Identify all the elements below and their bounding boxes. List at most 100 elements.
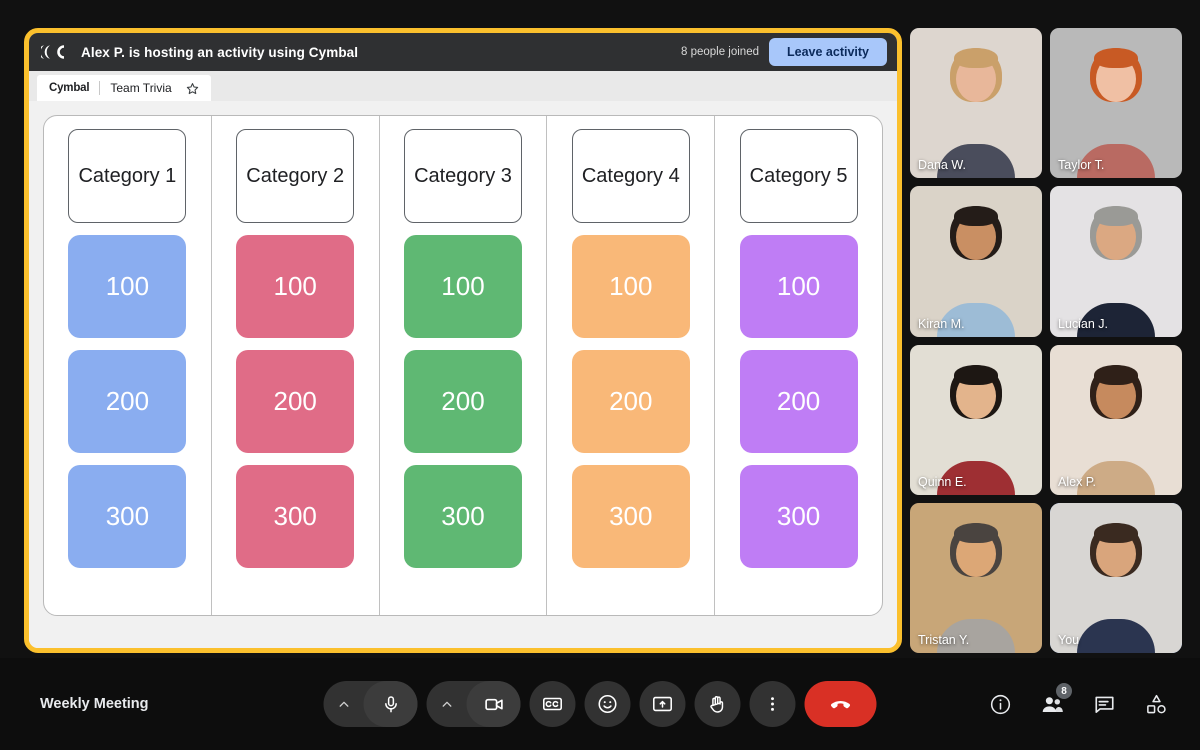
board-column-2: Category 2 100 200 300 — [212, 116, 380, 615]
category-card-4[interactable]: Category 4 — [571, 129, 690, 223]
activity-tab-strip: Cymbal Team Trivia — [29, 71, 897, 101]
shared-activity-stage: Alex P. is hosting an activity using Cym… — [24, 28, 902, 653]
participant-name: Taylor T. — [1058, 158, 1105, 173]
avatar-fringe — [954, 48, 998, 68]
camera-options-caret-icon[interactable] — [427, 681, 467, 727]
bottom-toolbar: Weekly Meeting 8 — [0, 658, 1200, 750]
participant-name: Kiran M. — [918, 316, 965, 331]
board-column-1: Category 1 100 200 300 — [44, 116, 212, 615]
category-card-1[interactable]: Category 1 — [68, 129, 187, 223]
category-card-3[interactable]: Category 3 — [403, 129, 522, 223]
avatar-body — [1077, 619, 1155, 653]
points-tile-3-300[interactable]: 300 — [403, 465, 522, 568]
points-tile-1-300[interactable]: 300 — [68, 465, 187, 568]
points-tile-5-300[interactable]: 300 — [739, 465, 858, 568]
trivia-board-container: Category 1 100 200 300 Category 2 100 20… — [29, 101, 897, 648]
participant-video — [910, 502, 1042, 653]
participant-video — [910, 344, 1042, 495]
hang-up-phone-icon — [828, 691, 854, 717]
participant-name: Tristan Y. — [918, 633, 970, 647]
category-card-2[interactable]: Category 2 — [236, 129, 355, 223]
points-tile-3-100[interactable]: 100 — [403, 235, 522, 338]
participant-video — [1050, 186, 1182, 337]
meet-window: Alex P. is hosting an activity using Cym… — [0, 0, 1200, 750]
avatar-fringe — [1094, 522, 1138, 543]
three-dots-vertical-icon — [763, 694, 783, 714]
participant-tile[interactable]: Taylor T. — [1050, 28, 1182, 179]
points-tile-4-100[interactable]: 100 — [571, 235, 690, 338]
participant-video — [910, 28, 1042, 179]
microphone-options-caret-icon[interactable] — [324, 681, 364, 727]
trivia-board: Category 1 100 200 300 Category 2 100 20… — [43, 115, 883, 616]
emoji-smiley-icon — [597, 693, 619, 715]
meeting-name-label: Weekly Meeting — [40, 696, 149, 712]
activity-header-bar: Alex P. is hosting an activity using Cym… — [29, 33, 897, 71]
participant-name: Lucian J. — [1058, 316, 1109, 331]
microphone-button[interactable] — [323, 681, 418, 727]
participant-tile[interactable]: Tristan Y. — [910, 502, 1042, 653]
participant-grid: Dana W. Taylor T. Kiran M. Lucian J. Quinn E… — [910, 28, 1182, 653]
board-column-4: Category 4 100 200 300 — [547, 116, 716, 615]
avatar-fringe — [954, 206, 998, 227]
activities-panel-button[interactable] — [1134, 682, 1178, 726]
cymbal-brand-label: Cymbal — [49, 82, 90, 94]
avatar-fringe — [1094, 206, 1138, 227]
participant-video — [1050, 28, 1182, 179]
participant-name: You — [1058, 633, 1080, 647]
category-card-5[interactable]: Category 5 — [739, 129, 858, 223]
microphone-icon[interactable] — [363, 681, 418, 727]
closed-captions-icon — [542, 693, 564, 715]
participant-video — [1050, 502, 1182, 653]
present-screen-icon — [652, 693, 674, 715]
call-controls — [323, 681, 877, 727]
video-camera-icon[interactable] — [466, 681, 521, 727]
joined-count-label: 8 people joined — [680, 46, 759, 58]
participant-video — [1050, 344, 1182, 495]
activity-document-name: Team Trivia — [110, 81, 172, 95]
participant-tile[interactable]: Dana W. — [910, 28, 1042, 179]
points-tile-4-300[interactable]: 300 — [571, 465, 690, 568]
emoji-button[interactable] — [584, 681, 631, 727]
points-tile-1-100[interactable]: 100 — [68, 235, 187, 338]
participant-name: Quinn E. — [918, 474, 967, 489]
chat-bubble-icon — [1093, 693, 1116, 716]
chat-panel-button[interactable] — [1082, 682, 1126, 726]
points-tile-1-200[interactable]: 200 — [68, 350, 187, 453]
points-tile-5-100[interactable]: 100 — [739, 235, 858, 338]
participant-tile[interactable]: Kiran M. — [910, 186, 1042, 337]
leave-call-button[interactable] — [804, 681, 877, 727]
info-circle-icon — [989, 693, 1012, 716]
points-tile-2-300[interactable]: 300 — [236, 465, 355, 568]
panel-controls: 8 — [978, 682, 1178, 726]
star-outline-icon[interactable] — [186, 82, 199, 95]
cymbal-logo-icon — [41, 43, 71, 61]
present-button[interactable] — [639, 681, 686, 727]
more-options-button[interactable] — [749, 681, 796, 727]
captions-button[interactable] — [529, 681, 576, 727]
points-tile-5-200[interactable]: 200 — [739, 350, 858, 453]
participant-video — [910, 186, 1042, 337]
tab-divider — [99, 81, 101, 95]
points-tile-2-200[interactable]: 200 — [236, 350, 355, 453]
raise-hand-button[interactable] — [694, 681, 741, 727]
points-tile-2-100[interactable]: 100 — [236, 235, 355, 338]
avatar-fringe — [1094, 48, 1138, 68]
avatar-fringe — [954, 522, 998, 543]
people-panel-button[interactable]: 8 — [1030, 682, 1074, 726]
participant-tile[interactable]: You — [1050, 502, 1182, 653]
points-tile-4-200[interactable]: 200 — [571, 350, 690, 453]
participant-tile[interactable]: Alex P. — [1050, 344, 1182, 495]
activity-title: Alex P. is hosting an activity using Cym… — [81, 44, 359, 60]
activities-shapes-icon — [1145, 693, 1168, 716]
participant-tile[interactable]: Quinn E. — [910, 344, 1042, 495]
participant-tile[interactable]: Lucian J. — [1050, 186, 1182, 337]
points-tile-3-200[interactable]: 200 — [403, 350, 522, 453]
meeting-details-button[interactable] — [978, 682, 1022, 726]
camera-button[interactable] — [426, 681, 521, 727]
raised-hand-icon — [707, 693, 729, 715]
board-column-5: Category 5 100 200 300 — [715, 116, 882, 615]
leave-activity-button[interactable]: Leave activity — [769, 38, 887, 66]
activity-document-tab[interactable]: Cymbal Team Trivia — [37, 75, 211, 101]
participant-name: Alex P. — [1058, 474, 1096, 489]
participant-name: Dana W. — [918, 158, 966, 173]
